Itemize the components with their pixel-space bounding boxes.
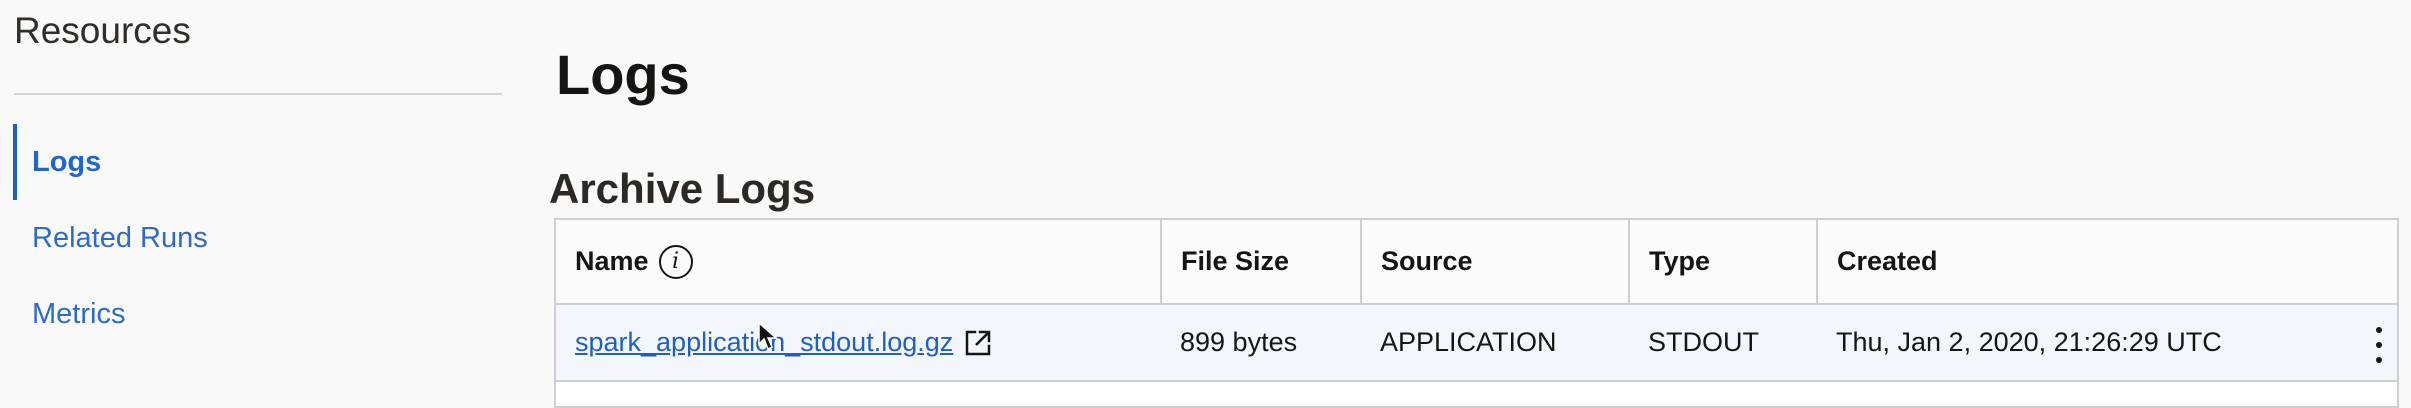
column-header-type: Type — [1630, 220, 1818, 303]
column-header-label: Name — [575, 246, 649, 276]
kebab-dot — [2376, 342, 2382, 348]
column-header-created: Created — [1818, 220, 2397, 303]
column-header-label: Source — [1381, 246, 1473, 276]
sidebar-item-label: Metrics — [32, 297, 126, 330]
column-header-name: Name i — [556, 220, 1162, 303]
archive-logs-table: Name i File Size Source Type Created spa… — [554, 218, 2399, 408]
section-title: Archive Logs — [549, 164, 816, 212]
kebab-menu-icon[interactable] — [2373, 327, 2385, 363]
created-cell: Thu, Jan 2, 2020, 21:26:29 UTC — [1836, 327, 2222, 357]
column-header-label: Created — [1837, 246, 1938, 276]
sidebar-item-related-runs[interactable]: Related Runs — [13, 200, 208, 276]
column-header-label: Type — [1649, 246, 1711, 276]
sidebar-item-metrics[interactable]: Metrics — [13, 276, 208, 352]
kebab-dot — [2376, 327, 2382, 333]
log-file-link[interactable]: spark_application_stdout.log.gz — [575, 327, 953, 358]
log-name-cell: spark_application_stdout.log.gz — [556, 305, 1162, 380]
column-header-source: Source — [1362, 220, 1630, 303]
sidebar-item-label: Related Runs — [32, 221, 208, 254]
external-link-icon[interactable] — [961, 326, 995, 360]
info-icon[interactable]: i — [658, 244, 693, 279]
table-row: spark_application_stdout.log.gz 899 byte… — [556, 305, 2397, 382]
kebab-dot — [2376, 357, 2382, 363]
resources-sidebar: Resources Logs Related Runs Metrics — [0, 0, 502, 391]
sidebar-item-logs[interactable]: Logs — [13, 124, 208, 200]
column-header-file-size: File Size — [1162, 220, 1362, 303]
resources-nav: Logs Related Runs Metrics — [13, 124, 208, 352]
sidebar-item-label: Logs — [32, 145, 102, 178]
file-size-cell: 899 bytes — [1180, 327, 1298, 357]
table-header: Name i File Size Source Type Created — [556, 220, 2397, 305]
sidebar-divider — [14, 93, 502, 95]
column-header-label: File Size — [1181, 246, 1290, 276]
page-title: Logs — [556, 42, 690, 106]
sidebar-title: Resources — [14, 10, 191, 51]
type-cell: STDOUT — [1648, 327, 1759, 357]
source-cell: APPLICATION — [1380, 327, 1557, 357]
